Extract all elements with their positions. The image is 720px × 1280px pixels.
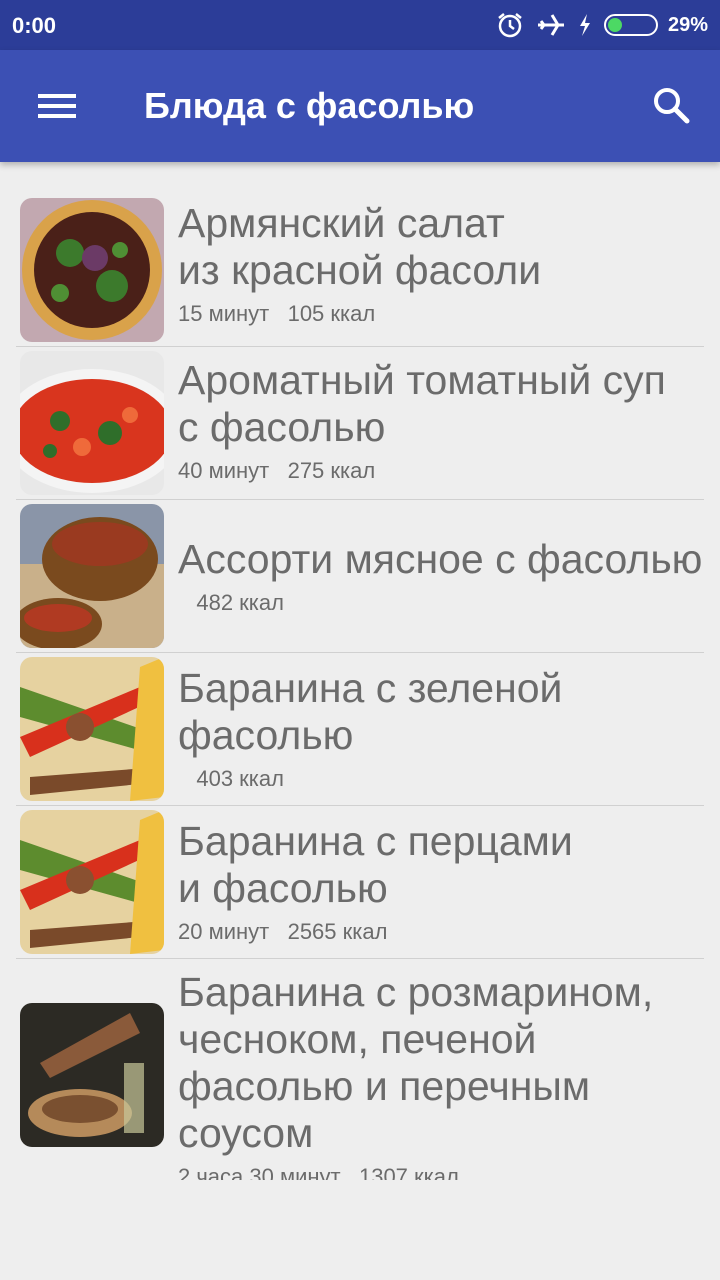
recipe-calories: 2565 ккал bbox=[287, 919, 388, 944]
recipe-meta: 2 часа 30 минут 1307 ккал bbox=[178, 1164, 704, 1180]
status-icons: 29% bbox=[496, 10, 708, 40]
recipe-list-item[interactable]: Баранина с зеленой фасолью 403 ккал bbox=[16, 653, 704, 806]
menu-icon[interactable] bbox=[26, 84, 86, 128]
recipe-title: Ассорти мясное с фасолью bbox=[178, 536, 703, 582]
recipe-list[interactable]: Армянский салат из красной фасоли 15 мин… bbox=[0, 162, 720, 1180]
recipe-calories: 403 ккал bbox=[196, 766, 284, 791]
battery-icon bbox=[603, 12, 660, 38]
recipe-calories: 482 ккал bbox=[196, 590, 284, 615]
recipe-title: Баранина с розмарином, чесноком, печеной… bbox=[178, 969, 654, 1156]
alarm-icon bbox=[496, 11, 524, 39]
status-bar: 0:00 29% bbox=[0, 0, 720, 50]
recipe-meta: 15 минут 105 ккал bbox=[178, 301, 704, 327]
app-bar: Блюда с фасолью bbox=[0, 50, 720, 162]
recipe-time: 20 минут bbox=[178, 919, 270, 944]
charging-icon bbox=[578, 13, 592, 37]
recipe-title: Баранина с перцами и фасолью bbox=[178, 818, 573, 911]
recipe-meta: 403 ккал bbox=[178, 766, 704, 792]
recipe-title: Армянский салат из красной фасоли bbox=[178, 200, 542, 293]
lamb-green-beans-image bbox=[20, 657, 164, 801]
status-time: 0:00 bbox=[12, 13, 57, 38]
battery-percent: 29% bbox=[667, 13, 708, 36]
recipe-list-item[interactable]: Ароматный томатный суп с фасолью 40 мину… bbox=[16, 347, 704, 500]
recipe-meta: 482 ккал bbox=[178, 590, 704, 616]
recipe-time: 15 минут bbox=[178, 301, 270, 326]
recipe-title: Ароматный томатный суп с фасолью bbox=[178, 357, 666, 450]
recipe-calories: 1307 ккал bbox=[358, 1164, 459, 1180]
recipe-calories: 105 ккал bbox=[287, 301, 376, 326]
airplane-mode-icon bbox=[536, 11, 566, 39]
recipe-calories: 275 ккал bbox=[287, 458, 376, 483]
recipe-list-item[interactable]: Баранина с перцами и фасолью 20 минут 25… bbox=[16, 806, 704, 959]
tomato-soup-image bbox=[20, 351, 164, 495]
recipe-list-item[interactable]: Армянский салат из красной фасоли 15 мин… bbox=[16, 190, 704, 347]
recipe-list-item[interactable]: Ассорти мясное с фасолью 482 ккал bbox=[16, 500, 704, 653]
recipe-list-item[interactable]: Баранина с розмарином, чесноком, печеной… bbox=[16, 959, 704, 1180]
meat-pot-image bbox=[20, 504, 164, 648]
recipe-meta: 40 минут 275 ккал bbox=[178, 458, 704, 484]
recipe-title: Баранина с зеленой фасолью bbox=[178, 665, 563, 758]
bean-salad-image bbox=[20, 198, 164, 342]
lamb-rosemary-image bbox=[20, 1003, 164, 1147]
search-icon[interactable] bbox=[646, 80, 696, 130]
lamb-peppers-image bbox=[20, 810, 164, 954]
recipe-time: 2 часа 30 минут bbox=[178, 1164, 341, 1180]
recipe-time: 40 минут bbox=[178, 458, 270, 483]
recipe-meta: 20 минут 2565 ккал bbox=[178, 919, 704, 945]
page-title: Блюда с фасолью bbox=[144, 85, 475, 126]
